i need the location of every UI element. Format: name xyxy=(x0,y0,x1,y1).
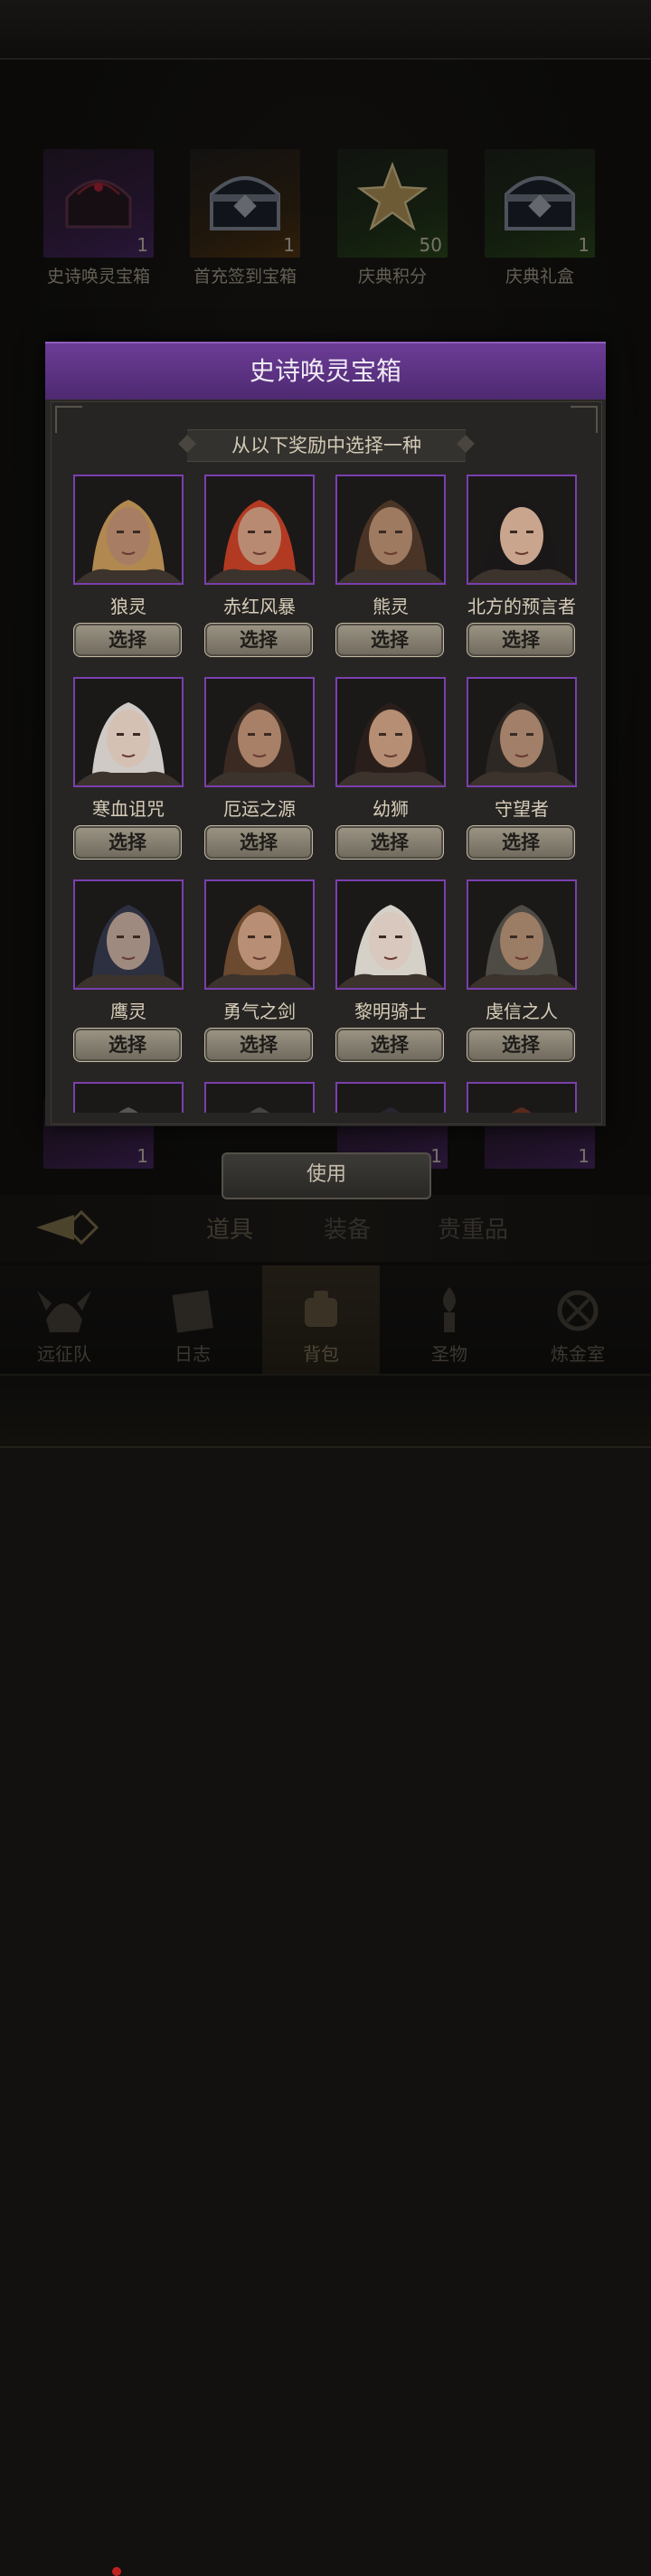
select-button[interactable]: 选择 xyxy=(335,1028,444,1062)
select-button[interactable]: 选择 xyxy=(204,825,313,860)
select-button[interactable]: 选择 xyxy=(73,1028,182,1062)
hero-portrait[interactable] xyxy=(335,677,446,787)
select-button[interactable]: 选择 xyxy=(73,825,182,860)
hero-portrait[interactable] xyxy=(467,677,577,787)
select-button[interactable]: 选择 xyxy=(73,623,182,657)
hero-card: 幼狮 选择 xyxy=(332,677,449,867)
hero-portrait[interactable] xyxy=(204,677,315,787)
select-button[interactable]: 选择 xyxy=(204,1028,313,1062)
hero-card: 选择 xyxy=(201,1082,318,1113)
hero-portrait-icon xyxy=(468,881,575,988)
hero-portrait-icon xyxy=(468,679,575,785)
hero-card: 选择 xyxy=(70,1082,187,1113)
hero-name: 厄运之源 xyxy=(223,798,296,820)
hero-portrait-icon xyxy=(206,679,313,785)
hero-card: 勇气之剑 选择 xyxy=(201,879,318,1069)
hero-card: 寒血诅咒 选择 xyxy=(70,677,187,867)
hero-portrait-icon xyxy=(337,881,444,988)
hero-portrait[interactable] xyxy=(467,1082,577,1113)
hero-name: 狼灵 xyxy=(110,596,146,617)
hero-portrait[interactable] xyxy=(73,1082,184,1113)
hero-card: 狼灵 选择 xyxy=(70,475,187,664)
hero-portrait-icon xyxy=(206,881,313,988)
hero-name: 熊灵 xyxy=(373,596,409,617)
hero-portrait[interactable] xyxy=(73,677,184,787)
frame-corner xyxy=(55,406,82,433)
hero-portrait[interactable] xyxy=(73,475,184,585)
hero-card: 熊灵 选择 xyxy=(332,475,449,664)
hero-name: 鹰灵 xyxy=(110,1001,146,1022)
frame-corner xyxy=(571,406,598,433)
hero-card: 鹰灵 选择 xyxy=(70,879,187,1069)
hero-card: 选择 xyxy=(463,1082,580,1113)
hero-card: 虔信之人 选择 xyxy=(463,879,580,1069)
dialog-title: 史诗唤灵宝箱 xyxy=(45,342,606,400)
hero-portrait[interactable] xyxy=(204,879,315,990)
hero-name: 勇气之剑 xyxy=(223,1001,296,1022)
hero-portrait[interactable] xyxy=(204,1082,315,1113)
hero-grid: 狼灵 选择 赤红风暴 选择 熊灵 选择 北方的预言者 选择 寒血诅咒 选择 厄运之源 选择 幼狮 选择 守望… xyxy=(68,475,587,1113)
select-button[interactable]: 选择 xyxy=(335,825,444,860)
hero-name: 虔信之人 xyxy=(486,1001,558,1022)
hero-portrait-icon xyxy=(468,476,575,583)
hero-portrait[interactable] xyxy=(467,475,577,585)
hero-portrait-icon xyxy=(75,476,182,583)
hero-portrait-icon xyxy=(337,679,444,785)
dialog-subtitle: 从以下奖励中选择一种 xyxy=(187,429,466,462)
subtitle-banner: 从以下奖励中选择一种 xyxy=(178,429,475,462)
hero-portrait[interactable] xyxy=(73,879,184,990)
hero-portrait-icon xyxy=(75,881,182,988)
hero-portrait[interactable] xyxy=(335,1082,446,1113)
hero-name: 寒血诅咒 xyxy=(92,798,165,820)
hero-name: 黎明骑士 xyxy=(354,1001,427,1022)
reward-select-dialog: 史诗唤灵宝箱 从以下奖励中选择一种 狼灵 选择 赤红风暴 选择 熊灵 选择 北方的预言者 选择… xyxy=(45,342,606,1126)
hero-card: 选择 xyxy=(332,1082,449,1113)
hero-portrait[interactable] xyxy=(467,879,577,990)
hero-portrait-icon xyxy=(75,1084,182,1113)
hero-name: 赤红风暴 xyxy=(223,596,296,617)
hero-portrait-icon xyxy=(337,476,444,583)
hero-card: 黎明骑士 选择 xyxy=(332,879,449,1069)
hero-portrait-icon xyxy=(75,679,182,785)
hero-card: 北方的预言者 选择 xyxy=(463,475,580,664)
hero-name: 幼狮 xyxy=(373,798,409,820)
select-button[interactable]: 选择 xyxy=(467,623,575,657)
hero-card: 厄运之源 选择 xyxy=(201,677,318,867)
hero-portrait[interactable] xyxy=(335,475,446,585)
hero-portrait-icon xyxy=(206,1084,313,1113)
select-button[interactable]: 选择 xyxy=(467,1028,575,1062)
hero-card: 守望者 选择 xyxy=(463,677,580,867)
hero-card: 赤红风暴 选择 xyxy=(201,475,318,664)
hero-portrait[interactable] xyxy=(204,475,315,585)
hero-portrait-icon xyxy=(468,1084,575,1113)
dialog-body: 从以下奖励中选择一种 狼灵 选择 赤红风暴 选择 熊灵 选择 北方的预言者 选择 寒血诅咒 选择厄… xyxy=(51,401,602,1124)
use-button[interactable]: 使用 xyxy=(222,1152,431,1199)
select-button[interactable]: 选择 xyxy=(335,623,444,657)
select-button[interactable]: 选择 xyxy=(204,623,313,657)
hero-portrait[interactable] xyxy=(335,879,446,990)
hero-portrait-icon xyxy=(206,476,313,583)
notification-dot xyxy=(112,2567,121,2576)
hero-portrait-icon xyxy=(337,1084,444,1113)
hero-name: 北方的预言者 xyxy=(467,596,576,617)
hero-name: 守望者 xyxy=(495,798,549,820)
select-button[interactable]: 选择 xyxy=(467,825,575,860)
